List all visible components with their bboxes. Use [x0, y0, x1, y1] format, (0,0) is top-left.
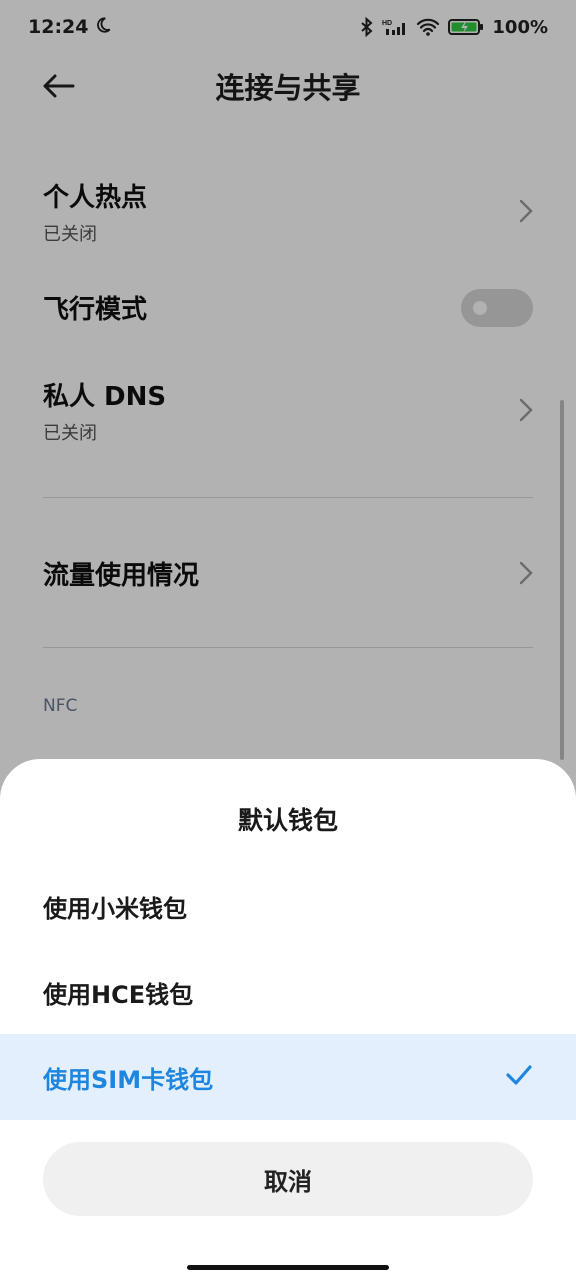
option-mi-wallet[interactable]: 使用小米钱包 [0, 863, 576, 949]
option-label: 使用SIM卡钱包 [43, 1065, 214, 1094]
default-wallet-sheet: 默认钱包 使用小米钱包 使用HCE钱包 使用SIM卡钱包 取消 [0, 759, 576, 1280]
option-hce-wallet[interactable]: 使用HCE钱包 [0, 949, 576, 1035]
option-label: 使用小米钱包 [43, 894, 187, 923]
sheet-title: 默认钱包 [237, 806, 338, 835]
option-label: 使用HCE钱包 [43, 980, 194, 1009]
cancel-button[interactable]: 取消 [43, 1142, 533, 1216]
option-sim-wallet[interactable]: 使用SIM卡钱包 [0, 1034, 576, 1120]
home-indicator[interactable] [187, 1265, 389, 1270]
check-icon [506, 1065, 532, 1085]
